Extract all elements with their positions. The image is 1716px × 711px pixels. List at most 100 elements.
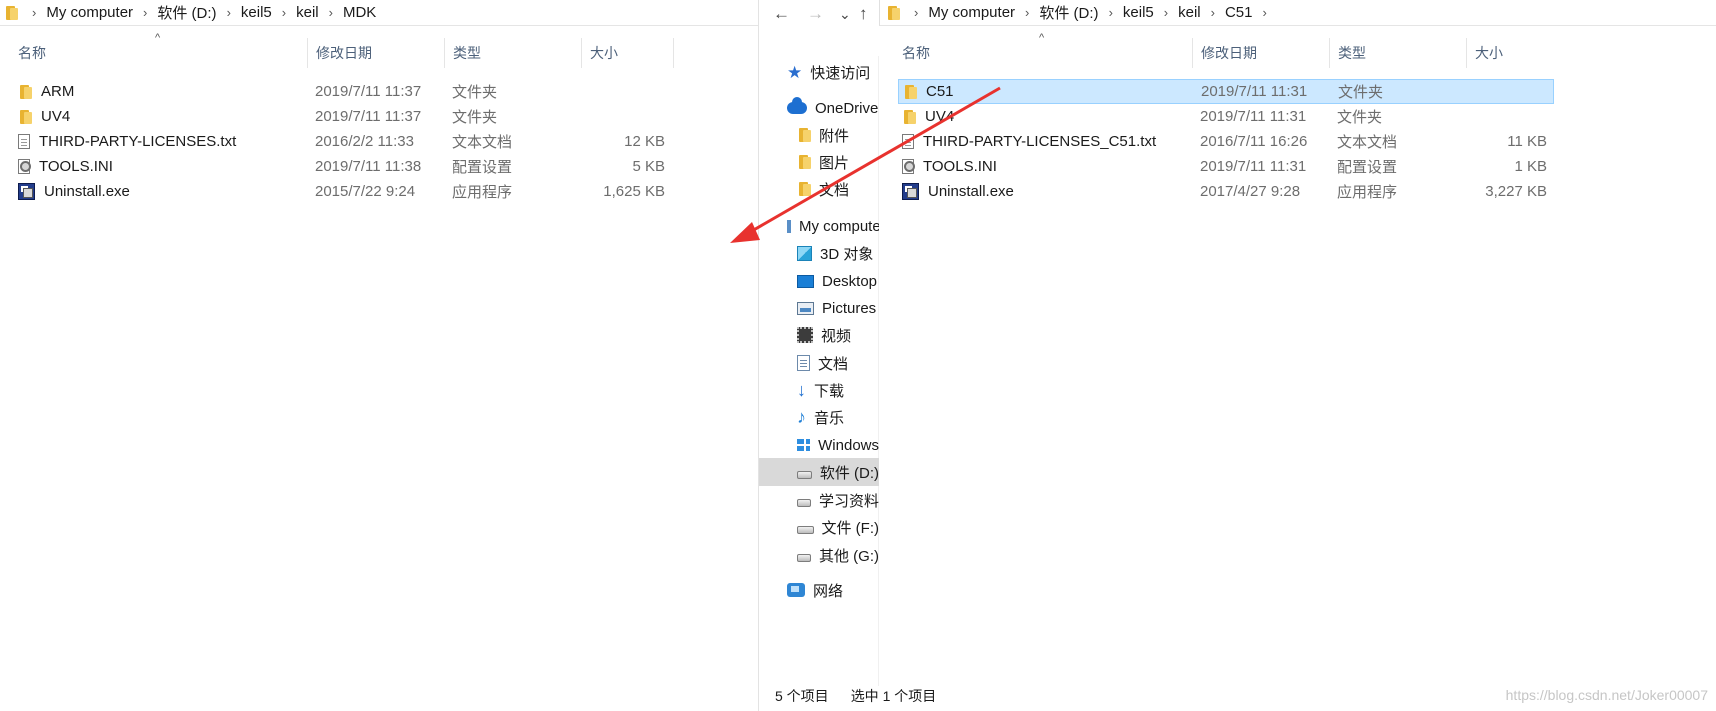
breadcrumb-item[interactable]: keil5 <box>237 4 276 21</box>
column-header-name[interactable]: 名称 <box>18 38 308 68</box>
tree-item-pictures[interactable]: Pictures <box>797 294 879 322</box>
text-file-icon <box>902 134 914 149</box>
tree-item-music[interactable]: ♪ 音乐 <box>797 403 879 431</box>
tree-item-label: 文档 <box>818 355 849 373</box>
column-header-row: 名称 修改日期 类型 大小 <box>902 38 1557 68</box>
tree-item-onedrive-documents[interactable]: 文档 <box>797 175 879 203</box>
tree-item-label: 图片 <box>819 154 850 172</box>
chevron-right-icon[interactable]: › <box>1103 5 1119 20</box>
chevron-right-icon[interactable]: › <box>221 5 237 20</box>
tree-item-videos[interactable]: 视频 <box>797 321 879 349</box>
file-row[interactable]: Uninstall.exe 2017/4/27 9:28 应用程序 3,227 … <box>898 179 1554 204</box>
tree-item-label: Pictures <box>822 299 877 317</box>
column-header-type[interactable]: 类型 <box>1330 38 1467 68</box>
file-type: 文件夹 <box>452 84 498 101</box>
folder-icon <box>18 109 32 125</box>
column-header-date[interactable]: 修改日期 <box>1193 38 1330 68</box>
ini-file-icon <box>902 159 915 174</box>
file-type: 文件夹 <box>1338 84 1384 101</box>
tree-item-downloads[interactable]: ↓ 下载 <box>797 376 879 404</box>
up-button[interactable]: ↑ <box>859 4 868 24</box>
selection-count: 选中 1 个项目 <box>850 688 937 704</box>
music-icon: ♪ <box>797 406 806 427</box>
recent-locations-button[interactable]: ⌄ <box>839 6 851 23</box>
cube-icon <box>797 245 812 261</box>
file-date: 2019/7/11 11:31 <box>1200 158 1307 175</box>
file-row[interactable]: THIRD-PARTY-LICENSES.txt 2016/2/2 11:33 … <box>18 129 665 154</box>
tree-item-3d-objects[interactable]: 3D 对象 <box>797 239 879 267</box>
chevron-right-icon[interactable]: › <box>1158 5 1174 20</box>
address-bar[interactable]: › My computer › 软件 (D:) › keil5 › keil ›… <box>0 0 758 26</box>
tree-item-onedrive[interactable]: OneDrive <box>787 94 879 122</box>
file-row[interactable]: TOOLS.INI 2019/7/11 11:38 配置设置 5 KB <box>18 154 665 179</box>
item-count: 5 个项目 <box>775 688 829 704</box>
breadcrumb-item[interactable]: C51 <box>1221 4 1257 21</box>
chevron-right-icon[interactable]: › <box>1019 5 1035 20</box>
chevron-right-icon[interactable]: › <box>137 5 153 20</box>
file-list: C51 2019/7/11 11:31 文件夹 UV4 2019/7/11 11… <box>898 79 1554 204</box>
chevron-right-icon[interactable]: › <box>26 5 42 20</box>
tree-item-drive-f[interactable]: 文件 (F:) <box>797 513 879 541</box>
folder-icon <box>797 154 811 170</box>
network-icon <box>787 583 805 597</box>
back-button[interactable]: ← <box>773 4 790 24</box>
file-list: ARM 2019/7/11 11:37 文件夹 UV4 2019/7/11 11… <box>18 79 665 204</box>
column-header-size[interactable]: 大小 <box>1467 38 1557 68</box>
file-row[interactable]: UV4 2019/7/11 11:37 文件夹 <box>18 104 665 129</box>
file-size: 5 KB <box>632 158 665 175</box>
exe-icon <box>18 183 35 200</box>
breadcrumb-item[interactable]: keil <box>292 4 323 21</box>
file-date: 2015/7/22 9:24 <box>315 183 416 200</box>
file-size: 11 KB <box>1507 133 1547 150</box>
column-header-date[interactable]: 修改日期 <box>308 38 445 68</box>
tree-item-my-computer[interactable]: My computer <box>787 212 879 240</box>
tree-item-network[interactable]: 网络 <box>787 576 879 604</box>
file-row[interactable]: THIRD-PARTY-LICENSES_C51.txt 2016/7/11 1… <box>898 129 1554 154</box>
tree-item-documents[interactable]: 文档 <box>797 349 879 377</box>
file-row[interactable]: Uninstall.exe 2015/7/22 9:24 应用程序 1,625 … <box>18 179 665 204</box>
file-row[interactable]: ARM 2019/7/11 11:37 文件夹 <box>18 79 665 104</box>
tree-item-study-materials[interactable]: 学习资料 <box>797 486 879 514</box>
breadcrumb-item[interactable]: 软件 (D:) <box>153 2 220 23</box>
tree-item-label: 文档 <box>819 181 850 199</box>
chevron-right-icon[interactable]: › <box>1205 5 1221 20</box>
address-bar[interactable]: › My computer › 软件 (D:) › keil5 › keil ›… <box>879 0 1716 26</box>
tree-item-onedrive-pictures[interactable]: 图片 <box>797 148 879 176</box>
file-row[interactable]: TOOLS.INI 2019/7/11 11:31 配置设置 1 KB <box>898 154 1554 179</box>
column-header-size[interactable]: 大小 <box>582 38 674 68</box>
column-header-type[interactable]: 类型 <box>445 38 582 68</box>
status-bar: 5 个项目 选中 1 个项目 <box>775 685 936 707</box>
file-row[interactable]: UV4 2019/7/11 11:31 文件夹 <box>898 104 1554 129</box>
tree-item-label: 其他 (G:) <box>819 547 879 565</box>
tree-item-attachments[interactable]: 附件 <box>797 121 879 149</box>
desktop-icon <box>797 274 814 288</box>
chevron-right-icon[interactable]: › <box>1257 5 1273 20</box>
tree-item-label: 快速访问 <box>810 64 871 82</box>
chevron-right-icon[interactable]: › <box>908 5 924 20</box>
pictures-icon <box>797 301 814 315</box>
tree-item-desktop[interactable]: Desktop <box>797 267 879 295</box>
navigation-pane: ★ 快速访问 OneDrive 附件 图片 文档 My computer 3D 对… <box>759 56 879 686</box>
breadcrumb-item[interactable]: 软件 (D:) <box>1035 2 1102 23</box>
breadcrumb-item[interactable]: MDK <box>339 4 380 21</box>
file-date: 2019/7/11 11:38 <box>315 158 422 175</box>
tree-item-drive-g[interactable]: 其他 (G:) <box>797 541 879 569</box>
breadcrumb-item[interactable]: keil <box>1174 4 1205 21</box>
folder-icon <box>797 181 811 197</box>
tree-item-label: 音乐 <box>814 409 845 427</box>
forward-button[interactable]: → <box>807 4 824 24</box>
tree-item-drive-d[interactable]: 软件 (D:) <box>759 458 879 486</box>
file-row[interactable]: C51 2019/7/11 11:31 文件夹 <box>898 79 1554 104</box>
file-name: UV4 <box>925 108 955 125</box>
file-name: C51 <box>926 83 954 100</box>
breadcrumb-item[interactable]: keil5 <box>1119 4 1158 21</box>
column-header-name[interactable]: 名称 <box>902 38 1193 68</box>
text-file-icon <box>18 134 30 149</box>
breadcrumb-item[interactable]: My computer <box>42 4 137 21</box>
chevron-right-icon[interactable]: › <box>323 5 339 20</box>
breadcrumb-item[interactable]: My computer <box>924 4 1019 21</box>
folder-icon <box>18 84 32 100</box>
tree-item-quick-access[interactable]: ★ 快速访问 <box>787 58 879 86</box>
tree-item-windows-drive[interactable]: Windows <box>797 431 879 459</box>
chevron-right-icon[interactable]: › <box>276 5 292 20</box>
